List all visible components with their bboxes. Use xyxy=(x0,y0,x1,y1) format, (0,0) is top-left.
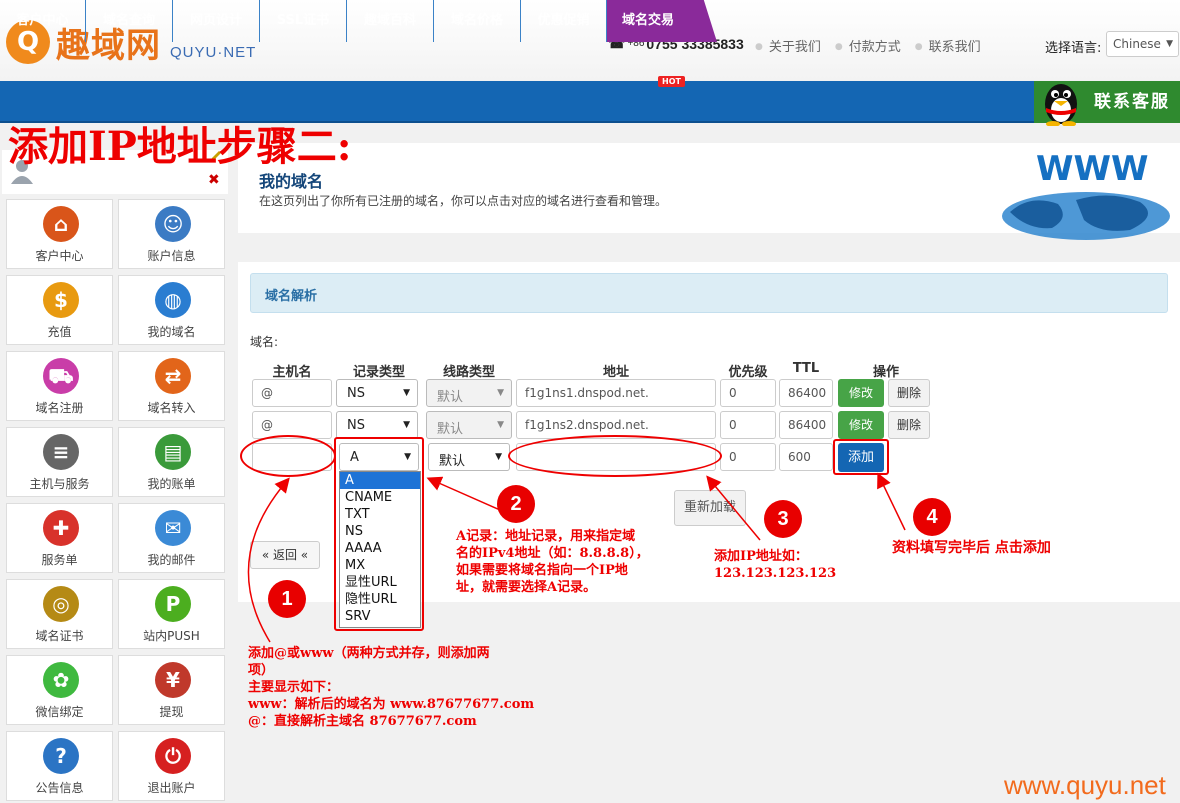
note3-line: 添加IP地址如： xyxy=(714,549,808,564)
note1-line: 主要显示如下： xyxy=(248,680,340,695)
note1-line: 项） xyxy=(248,663,275,678)
step-1-note: 添加@或www（两种方式并存，则添加两 项） 主要显示如下： www：解析后的域… xyxy=(248,645,534,730)
step-3-badge: 3 xyxy=(764,500,802,538)
step-2-note: A记录：地址记录，用来指定域 名的IPv4地址（如：8.8.8.8）， 如果需要… xyxy=(456,528,649,596)
note1-line: @：直接解析主域名 87677677.com xyxy=(248,714,477,729)
note2-line: A记录：地址记录，用来指定域 xyxy=(456,529,636,544)
step-3-note: 添加IP地址如： 123.123.123.123 xyxy=(714,548,836,582)
note1-line: www：解析后的域名为 www.87677677.com xyxy=(248,697,535,712)
step-2-badge: 2 xyxy=(497,485,535,523)
step-4-note: 资料填写完毕后 点击添加 xyxy=(892,540,1051,556)
note3-line: 123.123.123.123 xyxy=(714,566,837,581)
watermark: www.quyu.net xyxy=(1004,770,1166,800)
annotation-arrows xyxy=(247,472,906,643)
step-4-badge: 4 xyxy=(913,498,951,536)
note2-line: 名的IPv4地址（如：8.8.8.8）， xyxy=(456,546,649,561)
note2-line: 如果需要将域名指向一个IP地 xyxy=(456,563,628,578)
note1-line: 添加@或www（两种方式并存，则添加两 xyxy=(248,646,490,661)
step-1-badge: 1 xyxy=(268,580,306,618)
note2-line: 址，就需要选择A记录。 xyxy=(456,580,597,595)
